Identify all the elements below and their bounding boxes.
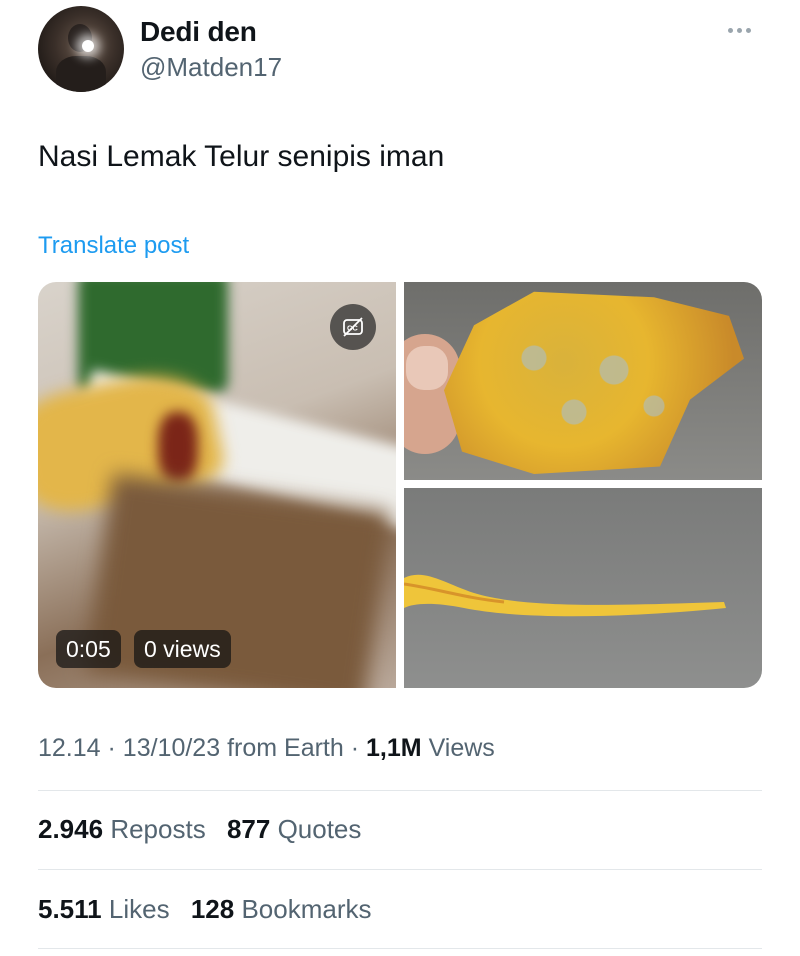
divider xyxy=(38,869,762,870)
dot xyxy=(746,27,751,33)
post-source: from Earth xyxy=(227,734,344,762)
quotes-stat[interactable]: 877 Quotes xyxy=(227,814,361,844)
post-time[interactable]: 12.14 xyxy=(38,734,101,762)
bookmarks-label: Bookmarks xyxy=(241,894,372,924)
likes-label: Likes xyxy=(108,894,170,924)
likes-stat[interactable]: 5.511 Likes xyxy=(38,894,170,924)
avatar-flash-glare xyxy=(82,40,94,52)
views-count: 1,1M xyxy=(366,734,422,762)
quotes-label: Quotes xyxy=(277,814,362,844)
tweet-header: Dedi den @Matden17 xyxy=(38,6,762,96)
more-options-icon[interactable] xyxy=(728,22,758,38)
dot xyxy=(728,27,733,33)
dot xyxy=(737,27,742,33)
author-handle[interactable]: @Matden17 xyxy=(140,52,282,83)
avatar[interactable] xyxy=(38,6,124,92)
engagement-row-likes: 5.511 Likes 128 Bookmarks xyxy=(38,894,385,925)
reposts-label: Reposts xyxy=(110,814,206,844)
meta-separator: · xyxy=(107,734,116,762)
video-duration-badge: 0:05 xyxy=(56,630,121,668)
engagement-row-reposts: 2.946 Reposts 877 Quotes xyxy=(38,814,375,845)
media-grid: CC 0:05 0 views xyxy=(38,282,762,688)
likes-count: 5.511 xyxy=(38,894,102,924)
bookmarks-stat[interactable]: 128 Bookmarks xyxy=(191,894,372,924)
video-thumbnail[interactable]: CC 0:05 0 views xyxy=(38,282,396,688)
post-date[interactable]: 13/10/23 xyxy=(123,734,220,762)
translate-post-link[interactable]: Translate post xyxy=(38,232,189,260)
author-display-name[interactable]: Dedi den xyxy=(140,16,257,48)
photo-thin-egg-strip[interactable] xyxy=(404,488,762,688)
reposts-stat[interactable]: 2.946 Reposts xyxy=(38,814,206,844)
captions-off-icon[interactable]: CC xyxy=(330,304,376,350)
avatar-figure-body xyxy=(56,56,106,92)
divider xyxy=(38,790,762,791)
video-views-badge: 0 views xyxy=(134,630,231,668)
fingernail-shape xyxy=(406,346,448,390)
divider xyxy=(38,948,762,949)
views-label: Views xyxy=(428,734,495,762)
tweet-text: Nasi Lemak Telur senipis iman xyxy=(38,140,445,173)
meta-separator: · xyxy=(350,734,360,762)
sambal-blur xyxy=(158,412,198,482)
reposts-count: 2.946 xyxy=(38,814,104,844)
quotes-count: 877 xyxy=(226,814,271,844)
tweet-meta: 12.14 · 13/10/23 from Earth · 1,1M Views xyxy=(38,734,495,763)
paper-bag-blur xyxy=(85,473,391,688)
photo-crispy-egg[interactable] xyxy=(404,282,762,480)
egg-strip-shape xyxy=(404,574,726,617)
bookmarks-count: 128 xyxy=(190,894,235,924)
egg-bubbles-texture xyxy=(494,322,694,442)
